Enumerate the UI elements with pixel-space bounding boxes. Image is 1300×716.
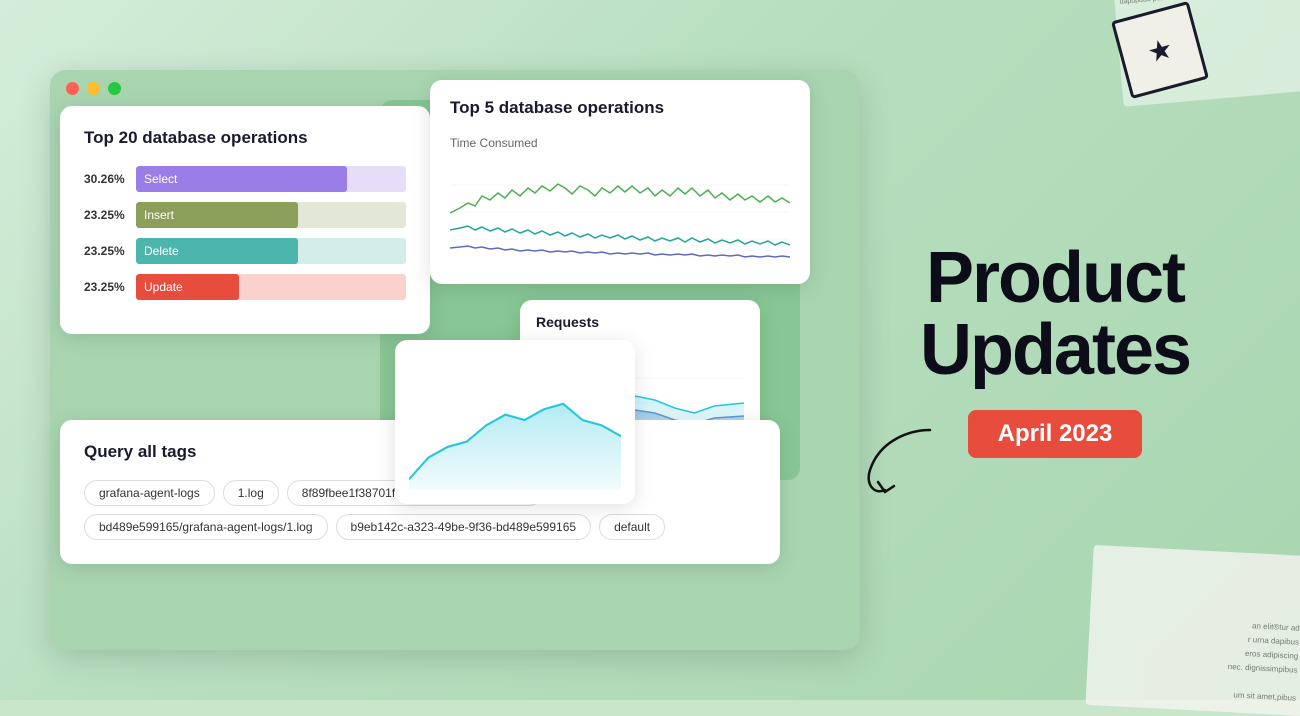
bar-fill-update: Update [136,274,239,300]
bar-label-delete: Delete [144,244,179,258]
minimize-button[interactable] [87,82,100,95]
close-button[interactable] [66,82,79,95]
time-consumed-chart [450,158,790,268]
bar-container-update: Update [136,274,406,300]
bar-label-insert: Insert [144,208,174,222]
tag-bd489-path[interactable]: bd489e599165/grafana-agent-logs/1.log [84,514,328,540]
bar-label-update: Update [144,280,183,294]
bar-container-delete: Delete [136,238,406,264]
title-line1: Product [926,238,1184,318]
bar-row-delete: 23.25% Delete [84,238,406,264]
tag-b9eb-uuid[interactable]: b9eb142c-a323-49be-9f36-bd489e599165 [336,514,592,540]
bar-row-insert: 23.25% Insert [84,202,406,228]
bar-pct-select: 30.26% [84,172,126,186]
tag-grafana-agent-logs[interactable]: grafana-agent-logs [84,480,215,506]
requests-title: Requests [536,314,744,330]
card-top5-title: Top 5 database operations [450,98,790,118]
bar-container-insert: Insert [136,202,406,228]
line-chart-svg [450,158,790,268]
bar-label-select: Select [144,172,177,186]
bar-pct-update: 23.25% [84,280,126,294]
card-db-ops-title: Top 20 database operations [84,128,406,148]
bar-fill-insert: Insert [136,202,298,228]
product-updates-title: Product Updates [920,242,1190,386]
tag-default[interactable]: default [599,514,665,540]
bar-pct-delete: 23.25% [84,244,126,258]
area-chart-svg [409,350,621,490]
maximize-button[interactable] [108,82,121,95]
product-updates-section: Product Updates April 2023 [850,0,1300,700]
date-badge: April 2023 [968,410,1143,458]
top-db-ops-card: Top 20 database operations 30.26% Select… [60,106,430,334]
area-chart-container [409,350,621,490]
area-chart-card [395,340,635,504]
bar-pct-insert: 23.25% [84,208,126,222]
bar-fill-delete: Delete [136,238,298,264]
curl-arrow [850,420,950,500]
tag-1-log[interactable]: 1.log [223,480,279,506]
title-line2: Updates [920,310,1190,390]
bar-fill-select: Select [136,166,347,192]
top5-db-ops-card: Top 5 database operations Time Consumed [430,80,810,284]
bar-row-update: 23.25% Update [84,274,406,300]
bar-container-select: Select [136,166,406,192]
bar-row-select: 30.26% Select [84,166,406,192]
card-top5-subtitle: Time Consumed [450,136,790,150]
